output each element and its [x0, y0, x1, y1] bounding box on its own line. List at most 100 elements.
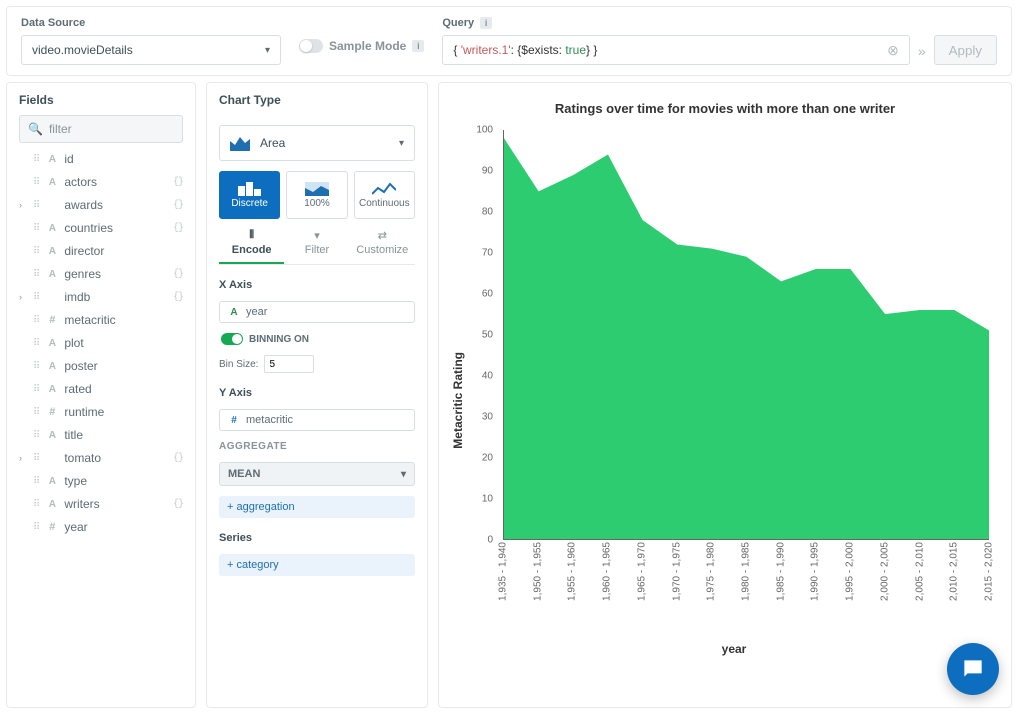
sample-mode-toggle[interactable]: Sample Mode i [299, 39, 424, 53]
grip-icon: ⠿ [33, 269, 40, 280]
field-item-actors[interactable]: ⠿Aactors{} [19, 174, 183, 190]
chevron-right-icon: » [918, 43, 926, 59]
y-tick: 90 [482, 166, 493, 177]
tab-filter[interactable]: ▾Filter [284, 229, 349, 264]
area-path [504, 138, 989, 539]
field-item-id[interactable]: ⠿Aid [19, 151, 183, 167]
query-label: Query i [442, 17, 910, 29]
grip-icon: ⠿ [33, 499, 40, 510]
field-item-tomato[interactable]: ›⠿tomato{} [19, 450, 183, 466]
field-item-plot[interactable]: ⠿Aplot [19, 335, 183, 351]
grip-icon: ⠿ [33, 200, 40, 211]
type-icon: A [46, 154, 58, 165]
object-icon: {} [173, 269, 183, 280]
data-source-label: Data Source [21, 17, 281, 29]
chart-area: Metacritic Rating 0102030405060708090100… [451, 130, 999, 670]
main-layout: Fields 🔍 filter ⠿Aid⠿Aactors{}›⠿awards{}… [0, 82, 1018, 714]
type-icon: A [46, 177, 58, 188]
x-tick: 1,995 - 2,000 [845, 542, 856, 601]
object-icon: {} [173, 200, 183, 211]
field-list: ⠿Aid⠿Aactors{}›⠿awards{}⠿Acountries{}⠿Ad… [19, 151, 183, 535]
mode-continuous-button[interactable]: Continuous [354, 171, 415, 219]
chart-type-value: Area [260, 136, 285, 150]
search-icon: 🔍 [28, 122, 43, 136]
y-axis-field-chip[interactable]: # metacritic [219, 409, 415, 431]
field-item-genres[interactable]: ⠿Agenres{} [19, 266, 183, 282]
x-tick: 1,975 - 1,980 [706, 542, 717, 601]
grip-icon: ⠿ [33, 453, 40, 464]
field-name: metacritic [64, 313, 115, 327]
info-icon[interactable]: i [412, 40, 424, 52]
add-category-button[interactable]: + category [219, 554, 415, 576]
number-type-icon: # [228, 415, 240, 426]
x-axis-field-chip[interactable]: A year [219, 301, 415, 323]
query-block: Query i { 'writers.1': {$exists: true} }… [442, 17, 910, 65]
field-item-awards[interactable]: ›⠿awards{} [19, 197, 183, 213]
caret-down-icon: ▾ [401, 469, 406, 480]
field-name: poster [64, 359, 97, 373]
type-icon: A [46, 246, 58, 257]
tab-encode[interactable]: ⫴Encode [219, 229, 284, 264]
grip-icon: ⠿ [33, 407, 40, 418]
x-tick: 1,955 - 1,960 [567, 542, 578, 601]
info-icon[interactable]: i [480, 17, 492, 29]
plot [503, 130, 989, 540]
field-item-writers[interactable]: ⠿Awriters{} [19, 496, 183, 512]
y-ticks: 0102030405060708090100 [469, 130, 499, 540]
caret-down-icon: ▾ [265, 45, 270, 56]
object-icon: {} [173, 499, 183, 510]
y-tick: 70 [482, 248, 493, 259]
type-icon: # [46, 314, 58, 326]
area-chart-icon [230, 135, 250, 151]
add-aggregation-button[interactable]: + aggregation [219, 496, 415, 518]
chat-icon [960, 656, 986, 682]
field-name: title [64, 428, 83, 442]
x-tick: 1,970 - 1,975 [671, 542, 682, 601]
x-tick: 1,960 - 1,965 [602, 542, 613, 601]
object-icon: {} [173, 177, 183, 188]
data-source-select[interactable]: video.movieDetails ▾ [21, 35, 281, 65]
y-axis-title: Metacritic Rating [451, 352, 465, 449]
x-tick: 2,015 - 2,020 [984, 542, 995, 601]
y-tick: 30 [482, 412, 493, 423]
continuous-icon [372, 182, 396, 196]
field-item-title[interactable]: ⠿Atitle [19, 427, 183, 443]
chart-type-select[interactable]: Area ▾ [219, 125, 415, 161]
data-source-value: video.movieDetails [32, 43, 133, 57]
field-item-rated[interactable]: ⠿Arated [19, 381, 183, 397]
object-icon: {} [173, 292, 183, 303]
series-label: Series [219, 532, 415, 544]
clear-icon[interactable]: ⊗ [887, 42, 899, 59]
fields-panel: Fields 🔍 filter ⠿Aid⠿Aactors{}›⠿awards{}… [6, 82, 196, 708]
grip-icon: ⠿ [33, 361, 40, 372]
field-item-metacritic[interactable]: ⠿ # metacritic [19, 312, 183, 328]
mode-100pct-button[interactable]: 100% [286, 171, 347, 219]
tab-customize[interactable]: ⇄Customize [350, 229, 415, 264]
apply-button[interactable]: Apply [934, 35, 997, 65]
binsize-input[interactable] [264, 355, 314, 373]
field-name: plot [64, 336, 83, 350]
type-icon: A [46, 361, 58, 372]
fields-filter-input[interactable]: 🔍 filter [19, 115, 183, 143]
field-item-countries[interactable]: ⠿Acountries{} [19, 220, 183, 236]
field-name: actors [64, 175, 97, 189]
x-tick: 1,935 - 1,940 [498, 542, 509, 601]
field-item-poster[interactable]: ⠿ Aposter [19, 358, 183, 374]
field-name: genres [64, 267, 101, 281]
chat-fab[interactable] [947, 643, 999, 695]
grip-icon: ⠿ [33, 315, 40, 326]
field-item-director[interactable]: ⠿Adirector [19, 243, 183, 259]
field-item-imdb[interactable]: ›⠿imdb{} [19, 289, 183, 305]
mode-discrete-button[interactable]: Discrete [219, 171, 280, 219]
y-tick: 100 [476, 125, 493, 136]
query-input[interactable]: { 'writers.1': {$exists: true} } ⊗ [442, 35, 910, 65]
binning-toggle[interactable] [221, 333, 243, 345]
field-item-type[interactable]: ⠿Atype [19, 473, 183, 489]
field-item-year[interactable]: ⠿#year [19, 519, 183, 535]
field-item-runtime[interactable]: ⠿#runtime [19, 404, 183, 420]
aggregate-select[interactable]: MEAN ▾ [219, 462, 415, 486]
mode-row: Discrete 100% Continuous [219, 171, 415, 219]
grip-icon: ⠿ [33, 154, 40, 165]
field-name: countries [64, 221, 113, 235]
x-tick: 2,010 - 2,015 [949, 542, 960, 601]
